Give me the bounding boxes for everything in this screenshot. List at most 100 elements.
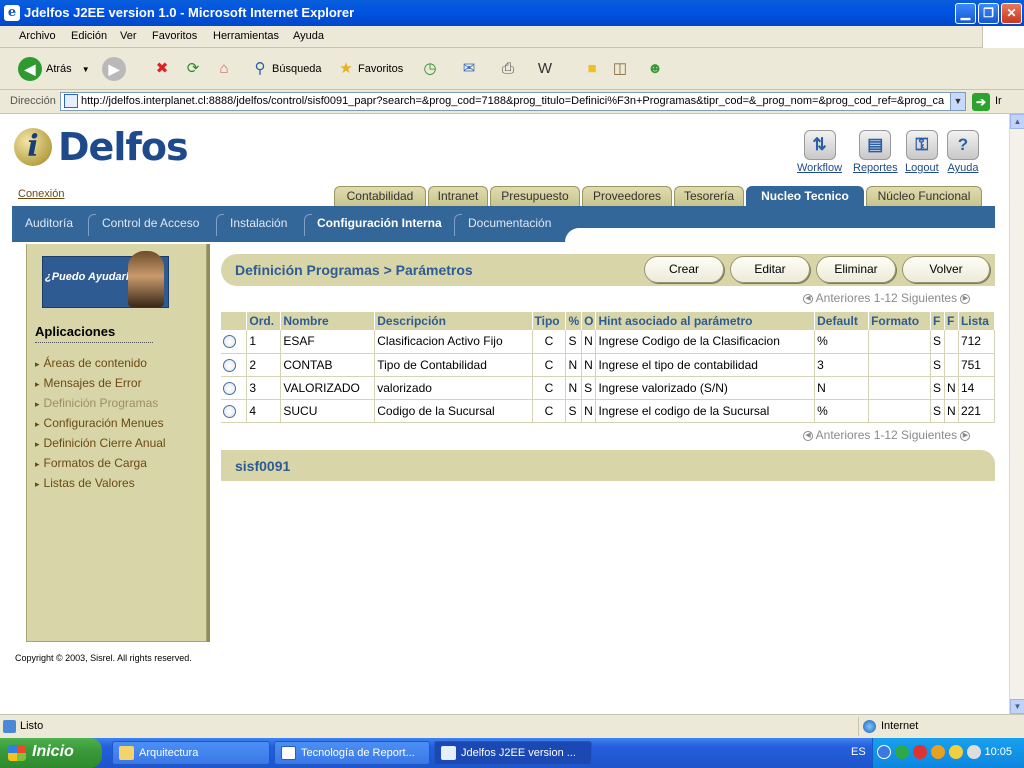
go-label[interactable]: Ir	[995, 95, 1002, 107]
row-radio-cell[interactable]	[221, 353, 248, 377]
back-button[interactable]: ◀ Atrás ▼	[18, 55, 90, 83]
column-percent[interactable]: %	[565, 312, 583, 330]
row-radio-cell[interactable]	[221, 330, 248, 354]
row-radio[interactable]	[223, 358, 236, 372]
network-icon[interactable]	[895, 745, 909, 759]
column-descripcion[interactable]: Descripción	[374, 312, 533, 330]
table-row[interactable]: 2 CONTAB Tipo de Contabilidad C N N Ingr…	[221, 353, 996, 377]
sidebar-item-definicion-cierre-anual[interactable]: Definición Cierre Anual	[35, 436, 166, 450]
editar-button[interactable]: Editar	[730, 256, 810, 283]
scroll-down-button[interactable]: ▼	[1010, 699, 1024, 714]
address-input[interactable]: http://jdelfos.interplanet.cl:8888/jdelf…	[60, 92, 966, 111]
table-row[interactable]: 1 ESAF Clasificacion Activo Fijo C S N I…	[221, 330, 996, 354]
logout-link[interactable]: ⚿ Logout	[905, 130, 939, 174]
column-ord[interactable]: Ord.	[246, 312, 282, 330]
row-radio-cell[interactable]	[221, 399, 248, 423]
table-row[interactable]: 3 VALORIZADO valorizado C N S Ingrese va…	[221, 376, 996, 400]
row-radio-cell[interactable]	[221, 376, 248, 400]
crear-button[interactable]: Crear	[644, 256, 724, 283]
column-hint[interactable]: Hint asociado al parámetro	[595, 312, 816, 330]
research-button[interactable]: ◫	[608, 55, 632, 83]
menu-archivo[interactable]: Archivo	[19, 30, 56, 42]
eliminar-button[interactable]: Eliminar	[816, 256, 896, 283]
menu-favoritos[interactable]: Favoritos	[152, 30, 197, 42]
row-radio[interactable]	[223, 404, 236, 418]
tray-app-icon[interactable]	[949, 745, 963, 759]
antivirus-icon[interactable]	[913, 745, 927, 759]
row-radio[interactable]	[223, 335, 236, 349]
subtab-documentacion[interactable]: Documentación	[468, 216, 551, 230]
column-lista[interactable]: Lista	[958, 312, 996, 330]
column-formato[interactable]: Formato	[868, 312, 931, 330]
task-tecnologia-de-report[interactable]: Tecnología de Report...	[274, 741, 430, 765]
tab-intranet[interactable]: Intranet	[428, 186, 488, 206]
workflow-link[interactable]: ⇅ Workflow	[797, 130, 842, 174]
maximize-button[interactable]: ❐	[978, 3, 999, 24]
pager-text[interactable]: Anteriores 1-12 Siguientes	[816, 291, 957, 305]
tray-chevron-icon[interactable]	[877, 745, 891, 759]
conexion-link[interactable]: Conexión	[18, 188, 64, 200]
vertical-scrollbar[interactable]: ▲ ▼	[1009, 114, 1024, 714]
ayuda-link[interactable]: ? Ayuda	[947, 130, 979, 174]
table-row[interactable]: 4 SUCU Codigo de la Sucursal C S N Ingre…	[221, 399, 996, 423]
sidebar-item-areas-de-contenido[interactable]: Áreas de contenido	[35, 356, 147, 370]
task-arquitectura[interactable]: Arquitectura	[112, 741, 270, 765]
scroll-up-button[interactable]: ▲	[1010, 114, 1024, 129]
refresh-button[interactable]: ⟳	[181, 55, 205, 83]
volume-icon[interactable]	[967, 745, 981, 759]
subtab-control-de-acceso[interactable]: Control de Acceso	[102, 216, 199, 230]
menu-edicion[interactable]: Edición	[71, 30, 107, 42]
next-icon[interactable]: ▶	[960, 430, 971, 441]
column-f1[interactable]: F	[930, 312, 945, 330]
edit-button[interactable]: W	[533, 55, 557, 83]
column-nombre[interactable]: Nombre	[280, 312, 376, 330]
alert-icon[interactable]	[931, 745, 945, 759]
tab-presupuesto[interactable]: Presupuesto	[490, 186, 580, 206]
stop-button[interactable]: ✖	[150, 55, 174, 83]
row-radio[interactable]	[223, 381, 236, 395]
search-button[interactable]: ⚲ Búsqueda	[248, 55, 322, 83]
subtab-instalacion[interactable]: Instalación	[230, 216, 287, 230]
forward-button[interactable]: ▶	[102, 55, 130, 83]
messenger-button[interactable]: ☻	[643, 55, 667, 83]
go-button[interactable]: ➔	[972, 93, 990, 111]
language-indicator[interactable]: ES	[851, 746, 866, 758]
tab-tesoreria[interactable]: Tesorería	[674, 186, 744, 206]
sidebar-item-formatos-de-carga[interactable]: Formatos de Carga	[35, 456, 147, 470]
menu-ayuda[interactable]: Ayuda	[293, 30, 324, 42]
tab-contabilidad[interactable]: Contabilidad	[334, 186, 426, 206]
volver-button[interactable]: Volver	[902, 256, 990, 283]
menu-herramientas[interactable]: Herramientas	[213, 30, 279, 42]
address-dropdown-button[interactable]: ▼	[950, 93, 965, 110]
help-banner[interactable]: ¿Puedo Ayudarle ?	[42, 251, 169, 308]
sidebar-item-configuracion-menues[interactable]: Configuración Menues	[35, 416, 164, 430]
column-tipo[interactable]: Tipo	[532, 312, 567, 330]
favorites-button[interactable]: ★ Favoritos	[334, 55, 403, 83]
sidebar-item-listas-de-valores[interactable]: Listas de Valores	[35, 476, 135, 490]
sidebar-item-mensajes-de-error[interactable]: Mensajes de Error	[35, 376, 142, 390]
tab-proveedores[interactable]: Proveedores	[582, 186, 672, 206]
pager-text[interactable]: Anteriores 1-12 Siguientes	[816, 428, 957, 442]
subtab-auditoria[interactable]: Auditoría	[25, 216, 73, 230]
task-jdelfos[interactable]: Jdelfos J2EE version ...	[434, 741, 592, 765]
print-button[interactable]: ⎙	[496, 55, 520, 83]
previous-icon[interactable]: ◀	[803, 293, 813, 304]
home-button[interactable]: ⌂	[212, 55, 236, 83]
history-button[interactable]: ◷	[418, 55, 442, 83]
tab-nucleo-funcional[interactable]: Núcleo Funcional	[866, 186, 982, 206]
column-f2[interactable]: F	[944, 312, 959, 330]
tab-nucleo-tecnico[interactable]: Nucleo Tecnico	[746, 186, 864, 206]
next-icon[interactable]: ▶	[960, 293, 971, 304]
sidebar-item-definicion-programas[interactable]: Definición Programas	[35, 396, 159, 410]
discuss-button[interactable]: ■	[580, 55, 604, 83]
menu-ver[interactable]: Ver	[120, 30, 137, 42]
close-button[interactable]: ✕	[1001, 3, 1022, 24]
reportes-link[interactable]: ▤ Reportes	[853, 130, 898, 174]
subtab-configuracion-interna[interactable]: Configuración Interna	[317, 216, 442, 230]
column-o[interactable]: O	[581, 312, 597, 330]
minimize-button[interactable]: ▁	[955, 3, 976, 24]
mail-button[interactable]: ✉	[457, 55, 481, 83]
column-default[interactable]: Default	[814, 312, 870, 330]
previous-icon[interactable]: ◀	[803, 430, 813, 441]
start-button[interactable]: Inicio	[0, 738, 102, 768]
